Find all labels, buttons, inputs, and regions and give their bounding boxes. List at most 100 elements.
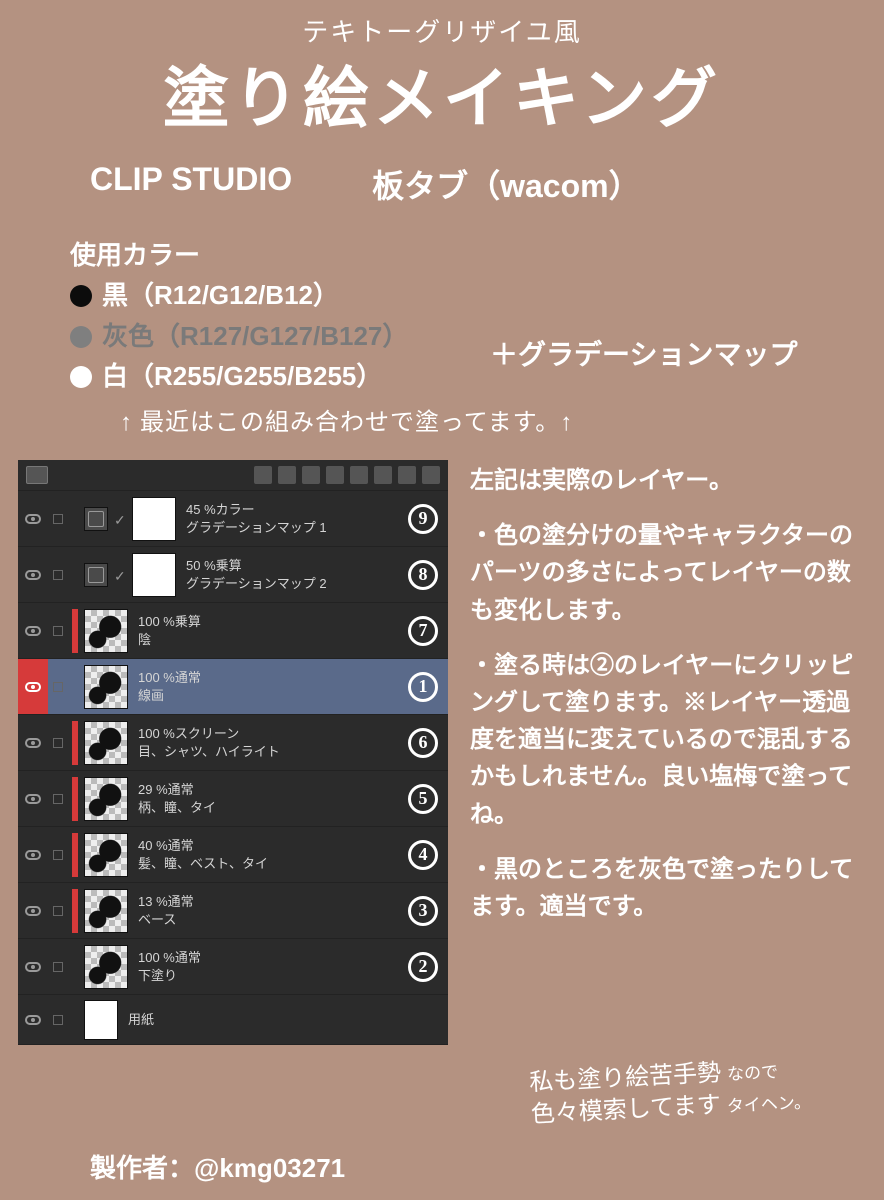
layer-row[interactable]: 100 %通常線画1 bbox=[18, 659, 448, 715]
visibility-toggle[interactable] bbox=[18, 883, 48, 938]
visibility-toggle[interactable] bbox=[18, 715, 48, 770]
swatch-black bbox=[70, 285, 92, 307]
layer-name: 線画 bbox=[138, 687, 201, 705]
eye-icon bbox=[25, 906, 41, 916]
clip-indicator bbox=[72, 609, 78, 653]
plus-gradient-map: ＋グラデーションマップ bbox=[490, 333, 797, 373]
clip-indicator bbox=[72, 833, 78, 877]
new-correction-icon[interactable] bbox=[278, 466, 296, 484]
adjustment-icon bbox=[84, 507, 108, 531]
layer-thumbnail bbox=[84, 777, 128, 821]
new-layer-icon[interactable] bbox=[254, 466, 272, 484]
layer-mode: 100 %乗算 bbox=[138, 613, 201, 631]
visibility-toggle[interactable] bbox=[18, 939, 48, 994]
layer-thumbnail bbox=[84, 889, 128, 933]
visibility-toggle[interactable] bbox=[18, 603, 48, 658]
lock-cell[interactable] bbox=[48, 715, 68, 770]
lock-cell[interactable] bbox=[48, 547, 68, 602]
annotation-number: 8 bbox=[408, 560, 438, 590]
handnote-struggle: 私も塗り絵苦手勢なので 色々模索してますタイヘン。 bbox=[528, 1053, 811, 1132]
lock-cell[interactable] bbox=[48, 771, 68, 826]
clip-indicator bbox=[72, 721, 78, 765]
layer-thumbnail bbox=[84, 721, 128, 765]
clip-indicator bbox=[72, 777, 78, 821]
layer-mode: 13 %通常 bbox=[138, 893, 194, 911]
lock-cell[interactable] bbox=[48, 827, 68, 882]
page-title: 塗り絵メイキング bbox=[0, 45, 884, 141]
lock-icon bbox=[53, 906, 63, 916]
layer-name: 目、シャツ、ハイライト bbox=[138, 743, 280, 761]
tool-wacom: 板タブ（wacom） bbox=[372, 161, 641, 207]
layer-row[interactable]: 13 %通常ベース3 bbox=[18, 883, 448, 939]
layer-name: グラデーションマップ 1 bbox=[186, 519, 327, 537]
annotation-number: 1 bbox=[408, 672, 438, 702]
layer-mode: 45 %カラー bbox=[186, 501, 327, 519]
layer-toolbar bbox=[18, 460, 448, 491]
lock-cell[interactable] bbox=[48, 939, 68, 994]
lock-icon bbox=[53, 794, 63, 804]
eye-icon bbox=[25, 1015, 41, 1025]
new-folder-icon[interactable] bbox=[302, 466, 320, 484]
apply-mask-icon[interactable] bbox=[398, 466, 416, 484]
color-white: 白（R255/G255/B255） bbox=[102, 361, 382, 391]
lock-cell[interactable] bbox=[48, 603, 68, 658]
note-greyfill: ・黒のところを灰色で塗ったりしてます。適当です。 bbox=[470, 851, 870, 925]
layer-name: 陰 bbox=[138, 631, 201, 649]
lock-icon bbox=[53, 850, 63, 860]
lock-cell[interactable] bbox=[48, 883, 68, 938]
layer-row[interactable]: 100 %乗算陰 7 bbox=[18, 603, 448, 659]
visibility-toggle[interactable] bbox=[18, 547, 48, 602]
lock-icon bbox=[53, 738, 63, 748]
layer-mode: 40 %通常 bbox=[138, 837, 268, 855]
layer-thumbnail bbox=[84, 665, 128, 709]
layer-row[interactable]: 100 %スクリーン目、シャツ、ハイライト 6 bbox=[18, 715, 448, 771]
clip-indicator bbox=[72, 665, 78, 709]
layer-name: 用紙 bbox=[128, 1011, 154, 1029]
layer-panel: ✓45 %カラーグラデーションマップ 19✓50 %乗算グラデーションマップ 2… bbox=[18, 460, 448, 1045]
annotation-number: 5 bbox=[408, 784, 438, 814]
layer-row[interactable]: 40 %通常髪、瞳、ベスト、タイ4 bbox=[18, 827, 448, 883]
lock-cell[interactable] bbox=[48, 659, 68, 714]
visibility-toggle[interactable] bbox=[18, 771, 48, 826]
check-icon: ✓ bbox=[114, 512, 128, 526]
check-icon: ✓ bbox=[114, 568, 128, 582]
lock-icon bbox=[53, 570, 63, 580]
layer-mode: 100 %スクリーン bbox=[138, 725, 280, 743]
clip-indicator bbox=[72, 945, 78, 989]
paper-thumbnail bbox=[84, 1000, 118, 1040]
layer-mode: 100 %通常 bbox=[138, 949, 201, 967]
layer-mode: 50 %乗算 bbox=[186, 557, 327, 575]
colors-heading: 使用カラー bbox=[70, 235, 884, 275]
panel-menu-icon[interactable] bbox=[26, 466, 48, 484]
delete-layer-icon[interactable] bbox=[422, 466, 440, 484]
annotation-number: 6 bbox=[408, 728, 438, 758]
clip-indicator bbox=[72, 889, 78, 933]
layer-name: 柄、瞳、タイ bbox=[138, 799, 216, 817]
transfer-icon[interactable] bbox=[326, 466, 344, 484]
layer-name: 髪、瞳、ベスト、タイ bbox=[138, 855, 268, 873]
layer-name: 下塗り bbox=[138, 967, 201, 985]
eye-icon bbox=[25, 626, 41, 636]
visibility-toggle[interactable] bbox=[18, 491, 48, 546]
eye-icon bbox=[25, 514, 41, 524]
visibility-toggle[interactable] bbox=[18, 995, 48, 1044]
mask-icon[interactable] bbox=[374, 466, 392, 484]
lock-cell[interactable] bbox=[48, 995, 68, 1044]
layer-row[interactable]: 29 %通常柄、瞳、タイ5 bbox=[18, 771, 448, 827]
note-intro: 左記は実際のレイヤー。 bbox=[470, 462, 870, 499]
lock-icon bbox=[53, 514, 63, 524]
annotation-number: 2 bbox=[408, 952, 438, 982]
layer-row[interactable]: 用紙 bbox=[18, 995, 448, 1045]
visibility-toggle[interactable] bbox=[18, 659, 48, 714]
lock-icon bbox=[53, 682, 63, 692]
merge-icon[interactable] bbox=[350, 466, 368, 484]
layer-row[interactable]: 100 %通常下塗り 2 bbox=[18, 939, 448, 995]
lock-cell[interactable] bbox=[48, 491, 68, 546]
adjustment-icon bbox=[84, 563, 108, 587]
eye-icon bbox=[25, 962, 41, 972]
eye-icon bbox=[25, 682, 41, 692]
annotation-number: 7 bbox=[408, 616, 438, 646]
layer-row[interactable]: ✓50 %乗算グラデーションマップ 28 bbox=[18, 547, 448, 603]
visibility-toggle[interactable] bbox=[18, 827, 48, 882]
layer-row[interactable]: ✓45 %カラーグラデーションマップ 19 bbox=[18, 491, 448, 547]
